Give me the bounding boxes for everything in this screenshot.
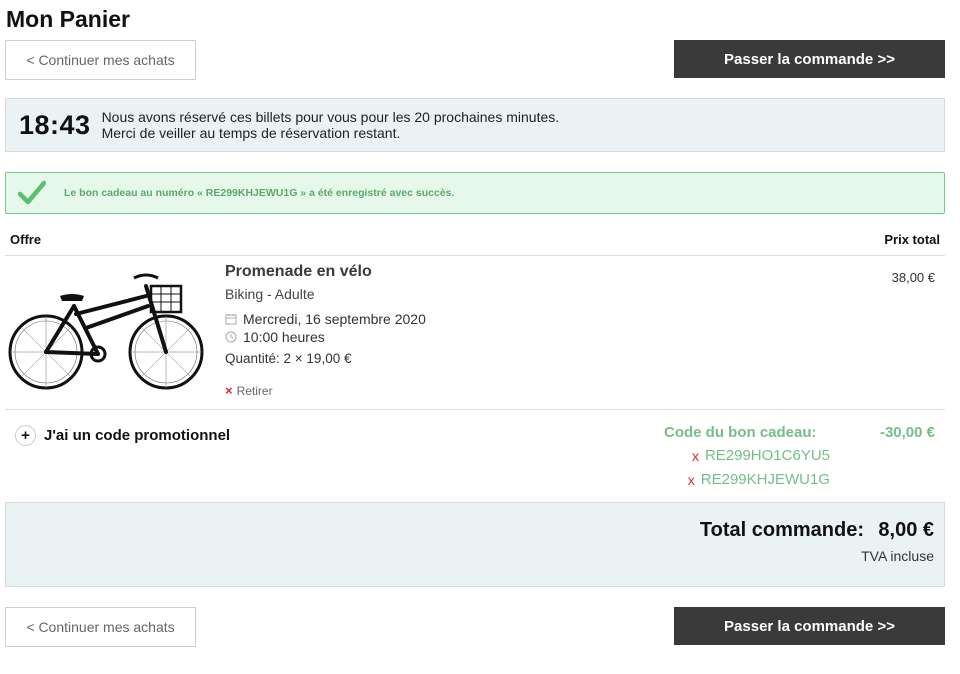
promo-code-label: J'ai un code promotionnel <box>44 427 231 444</box>
success-alert: Le bon cadeau au numéro « RE299KHJEWU1G … <box>5 172 945 214</box>
close-icon: × <box>225 383 233 398</box>
gift-code-item[interactable]: x RE299HO1C6YU5 <box>692 447 830 464</box>
page-title: Mon Panier <box>6 6 130 32</box>
gift-card-amount: -30,00 € <box>879 424 935 441</box>
gift-code-text: RE299HO1C6YU5 <box>704 447 830 464</box>
product-date: Mercredi, 16 septembre 2020 <box>225 311 426 327</box>
reservation-notice: Nous avons réservé ces billets pour vous… <box>102 109 560 141</box>
product-name[interactable]: Promenade en vélo <box>225 263 372 281</box>
product-date-text: Mercredi, 16 septembre 2020 <box>243 311 426 327</box>
product-total-price: 38,00 € <box>891 270 935 285</box>
bicycle-image <box>6 266 206 392</box>
product-time: 10:00 heures <box>225 329 325 345</box>
gift-code-item[interactable]: x RE299KHJEWU1G <box>688 471 830 488</box>
order-total-panel: Total commande: 8,00 € TVA incluse <box>5 502 945 587</box>
divider <box>5 409 945 410</box>
countdown-timer: 18:43 <box>19 109 91 140</box>
calendar-icon <box>225 313 237 325</box>
column-header-total-price: Prix total <box>884 232 940 247</box>
reservation-notice-line2: Merci de veiller au temps de réservation… <box>101 125 401 141</box>
clock-icon <box>225 331 237 343</box>
promo-code-toggle[interactable]: + J'ai un code promotionnel <box>15 425 230 446</box>
remove-item-button[interactable]: × Retirer <box>225 383 273 398</box>
product-category: Biking - Adulte <box>225 286 315 302</box>
continue-shopping-button-top[interactable]: < Continuer mes achats <box>5 40 196 80</box>
gift-code-text: RE299KHJEWU1G <box>700 471 830 488</box>
success-message: Le bon cadeau au numéro « RE299KHJEWU1G … <box>64 187 455 199</box>
product-quantity: Quantité: 2 × 19,00 € <box>225 351 352 366</box>
gift-card-label: Code du bon cadeau: <box>664 424 817 441</box>
plus-icon: + <box>15 425 36 446</box>
place-order-button-top[interactable]: Passer la commande >> <box>674 40 945 78</box>
remove-item-label: Retirer <box>236 383 273 398</box>
checkmark-icon <box>18 178 48 208</box>
order-total-label: Total commande: <box>699 519 864 541</box>
continue-shopping-button-bottom[interactable]: < Continuer mes achats <box>5 607 196 647</box>
order-total-value: 8,00 € <box>878 519 934 541</box>
reservation-notice-line1: Nous avons réservé ces billets pour vous… <box>101 109 560 125</box>
place-order-button-bottom[interactable]: Passer la commande >> <box>674 607 945 645</box>
reservation-timer-panel: 18:43 Nous avons réservé ces billets pou… <box>5 98 945 152</box>
column-header-offer: Offre <box>10 232 42 247</box>
product-time-text: 10:00 heures <box>243 329 325 345</box>
remove-code-icon[interactable]: x <box>688 472 695 488</box>
remove-code-icon[interactable]: x <box>692 448 699 464</box>
divider <box>5 255 945 256</box>
tax-note: TVA incluse <box>861 548 934 564</box>
